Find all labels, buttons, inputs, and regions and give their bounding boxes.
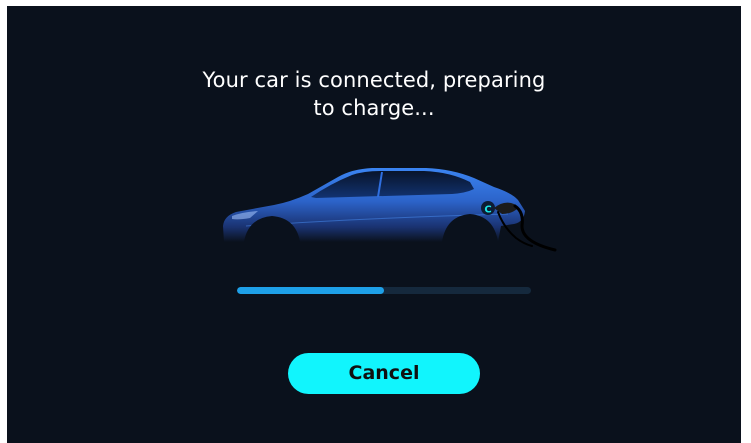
cancel-button[interactable]: Cancel (288, 353, 480, 394)
car-illustration: C (212, 156, 557, 256)
charging-plug-icon (494, 202, 557, 252)
charge-progress-bar (237, 287, 531, 294)
status-message-line-1: Your car is connected, preparing (202, 68, 546, 92)
charge-progress-fill (237, 287, 384, 294)
status-message: Your car is connected, preparing to char… (7, 66, 741, 122)
svg-text:C: C (484, 205, 491, 216)
car-body (223, 168, 525, 242)
charging-screen: Your car is connected, preparing to char… (7, 6, 741, 443)
status-message-line-2: to charge... (313, 96, 435, 120)
